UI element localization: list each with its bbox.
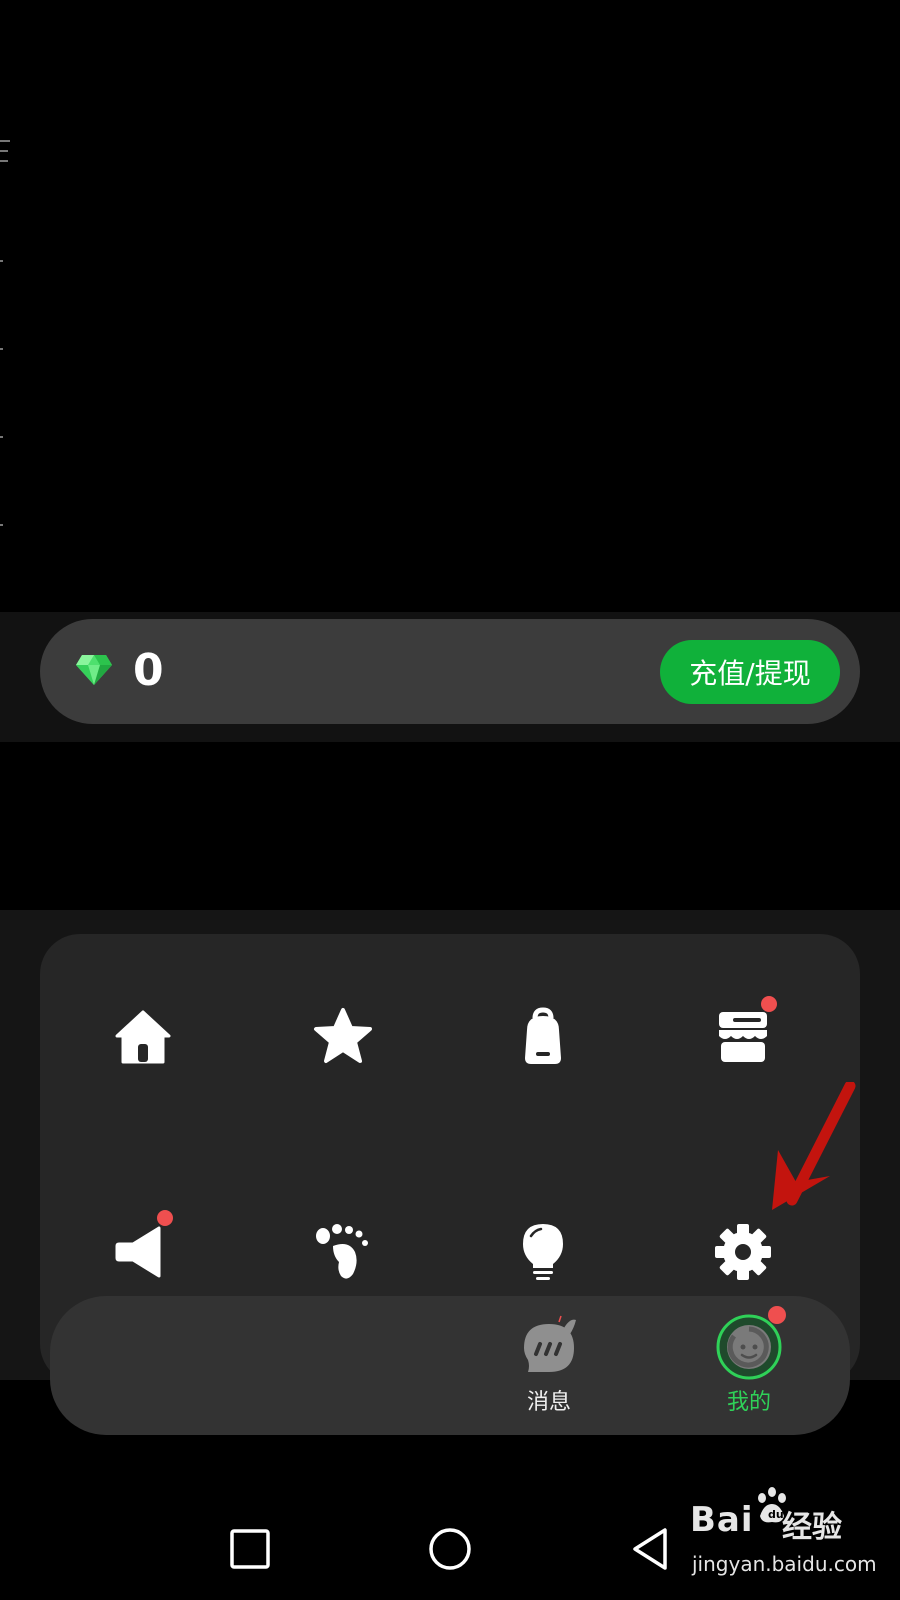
menu-item-footprints[interactable] (303, 1212, 383, 1292)
store-icon (719, 1012, 767, 1062)
footprint-icon (316, 1224, 368, 1279)
recents-square-icon[interactable] (225, 1524, 275, 1574)
diamond-icon (76, 655, 112, 685)
chat-bubble-icon (516, 1314, 582, 1380)
tab-mine-label: 我的 (726, 1390, 771, 1415)
tab-messages[interactable]: 消息 (489, 1314, 609, 1424)
tab-messages-label: 消息 (526, 1390, 571, 1415)
menu-item-announcements[interactable] (103, 1210, 183, 1292)
menu-item-store[interactable] (703, 996, 783, 1076)
watermark-brand: Bai (690, 1500, 754, 1540)
menu-item-tips[interactable] (503, 1212, 583, 1292)
watermark-url: jingyan.baidu.com (692, 1552, 877, 1576)
profile-icon (716, 1306, 786, 1380)
store-notification-dot (761, 996, 777, 1012)
menu-item-home[interactable] (103, 996, 183, 1076)
lightbulb-icon (523, 1224, 563, 1280)
diamond-balance: 0 (133, 645, 164, 696)
announcement-notification-dot (157, 1210, 173, 1226)
home-circle-icon[interactable] (425, 1524, 475, 1574)
bottom-tab-bar: 消息 我的 (50, 1296, 850, 1435)
menu-item-backpack[interactable] (503, 996, 583, 1076)
edge-scrollbar-marks (0, 140, 10, 600)
watermark-brand-suffix: 经验 (782, 1510, 842, 1545)
gear-icon (715, 1224, 771, 1280)
content-area-top (0, 0, 900, 612)
content-area-middle (0, 742, 900, 910)
wallet-card[interactable]: 0 充值/提现 (40, 619, 860, 724)
profile-notification-dot (768, 1306, 786, 1324)
back-triangle-icon[interactable] (627, 1524, 677, 1574)
recharge-withdraw-button[interactable]: 充值/提现 (660, 640, 840, 704)
backpack-icon (525, 1007, 561, 1064)
red-pointer-arrow-icon (772, 1082, 856, 1210)
megaphone-icon (115, 1226, 161, 1278)
tab-mine[interactable]: 我的 (689, 1306, 809, 1424)
star-icon (314, 1008, 372, 1063)
menu-item-settings[interactable] (703, 1212, 783, 1292)
menu-item-favorites[interactable] (303, 996, 383, 1076)
home-icon (115, 1010, 171, 1064)
baidu-jingyan-watermark: Bai du 经验 jingyan.baidu.com (690, 1487, 890, 1590)
